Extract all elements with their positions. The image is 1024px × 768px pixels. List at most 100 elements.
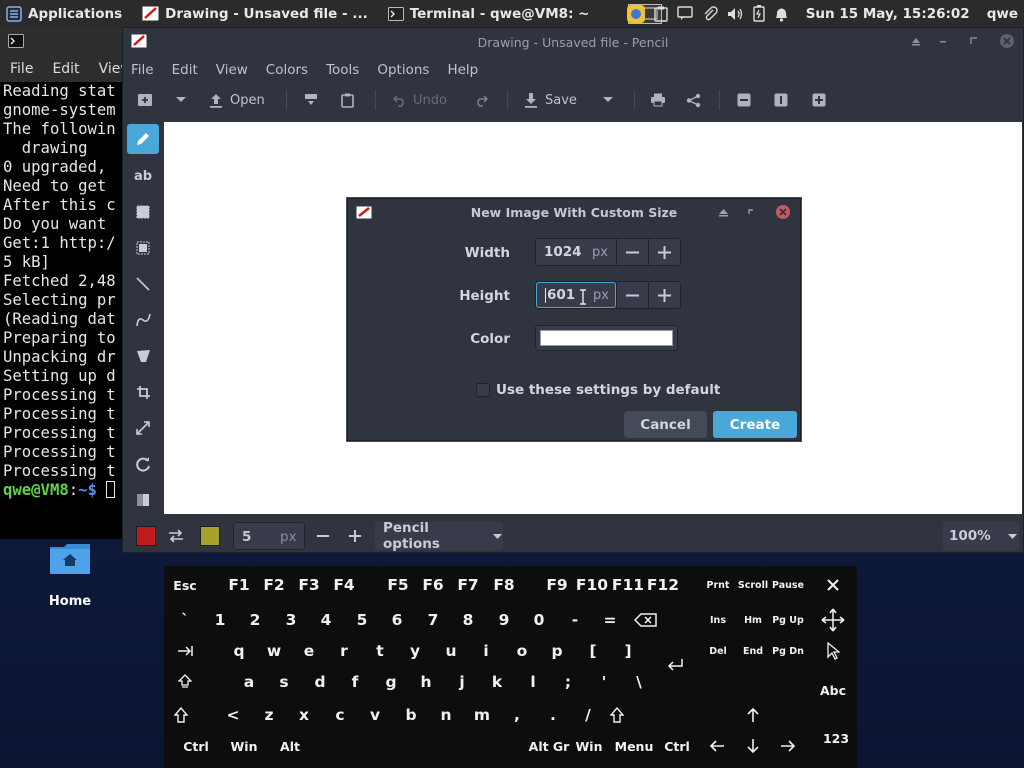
close-icon[interactable] [999,33,1015,49]
tool-pencil[interactable] [127,124,159,154]
key-e[interactable]: e [292,634,326,668]
key-f7[interactable]: F7 [451,568,485,602]
maximize-icon[interactable] [968,35,980,47]
height-spinbox[interactable]: 601 px [535,281,681,309]
key-backspace-icon[interactable] [629,603,663,637]
key-left-bracket[interactable]: [ [576,634,610,668]
default-settings-checkbox[interactable]: Use these settings by default [476,382,720,398]
primary-color-swatch[interactable] [136,526,156,546]
key-8[interactable]: 8 [451,603,485,637]
key-scroll[interactable]: Scroll [736,568,770,602]
save-dropdown[interactable] [602,83,614,117]
key-abc[interactable]: Abc [816,673,850,707]
menu-colors[interactable]: Colors [266,62,308,78]
key-menu[interactable]: Menu [612,729,656,763]
key-arrow-up-icon[interactable] [736,698,770,732]
key-3[interactable]: 3 [274,603,308,637]
key-period[interactable]: . [536,698,570,732]
clipboard-icon[interactable] [654,6,668,22]
new-image-button[interactable] [137,83,153,117]
tool-curve[interactable] [127,305,159,335]
key-backtick[interactable]: ` [168,603,202,637]
terminal-menu-view[interactable]: View [89,61,126,77]
key-backslash[interactable]: \ [622,665,656,699]
key-1[interactable]: 1 [203,603,237,637]
key-f1[interactable]: F1 [222,568,256,602]
key-f3[interactable]: F3 [292,568,326,602]
height-input[interactable]: 601 px [536,282,616,308]
key-arrow-down-icon[interactable] [736,729,770,763]
shade-icon[interactable] [718,207,729,218]
key-pg-up[interactable]: Pg Up [771,603,805,637]
key-t[interactable]: t [363,634,397,668]
key-ins[interactable]: Ins [701,603,735,637]
key-end[interactable]: End [736,634,770,668]
key-x[interactable]: x [287,698,321,732]
menu-help[interactable]: Help [447,62,478,78]
terminal-window[interactable]: File Edit View Reading stat gnome-system… [0,27,126,539]
terminal-menu-file[interactable]: File [0,61,42,77]
key-j[interactable]: j [445,665,479,699]
terminal-menu-edit[interactable]: Edit [42,61,88,77]
tool-shape[interactable] [127,341,159,371]
key-del[interactable]: Del [701,634,735,668]
key-pg-dn[interactable]: Pg Dn [771,634,805,668]
tool-size-increase[interactable] [339,522,371,550]
key-u[interactable]: u [434,634,468,668]
key-i[interactable]: i [469,634,503,668]
key-v[interactable]: v [358,698,392,732]
share-button[interactable] [686,83,701,117]
key-2[interactable]: 2 [238,603,272,637]
checkbox-box[interactable] [476,383,490,397]
key-win[interactable]: Win [224,729,264,763]
width-decrease-button[interactable] [616,239,648,265]
key-arrow-right-icon[interactable] [771,729,805,763]
key-s[interactable]: s [267,665,301,699]
swap-colors-button[interactable] [167,528,185,544]
key-tab-icon[interactable] [168,634,202,668]
secondary-color-swatch[interactable] [200,526,220,546]
key-alt-gr[interactable]: Alt Gr [527,729,571,763]
key-close-keyboard-icon[interactable] [816,568,850,602]
key-d[interactable]: d [303,665,337,699]
save-button[interactable]: Save [524,83,577,117]
key-f12[interactable]: F12 [646,568,680,602]
notification-bell-icon[interactable] [774,6,789,22]
key-c[interactable]: c [323,698,357,732]
key-r[interactable]: r [327,634,361,668]
create-button[interactable]: Create [713,411,797,438]
zoom-in-button[interactable] [812,83,826,117]
key-pointer-icon[interactable] [816,634,850,668]
key-win[interactable]: Win [569,729,609,763]
menu-tools[interactable]: Tools [326,62,359,78]
attachment-icon[interactable] [702,5,718,22]
key-p[interactable]: p [540,634,574,668]
key-g[interactable]: g [374,665,408,699]
key-y[interactable]: y [398,634,432,668]
key-f9[interactable]: F9 [540,568,574,602]
key-m[interactable]: m [465,698,499,732]
key-l[interactable]: l [516,665,550,699]
key-a[interactable]: a [232,665,266,699]
key-comma[interactable]: , [500,698,534,732]
tool-scale[interactable] [127,413,159,443]
width-spinbox[interactable]: 1024 px [535,238,681,266]
key-f6[interactable]: F6 [416,568,450,602]
menu-file[interactable]: File [131,62,154,78]
key-n[interactable]: n [429,698,463,732]
zoom-original-button[interactable] [774,83,788,117]
key-move-keyboard-icon[interactable] [816,603,850,637]
key-less-than[interactable]: < [216,698,250,732]
desktop-home-icon[interactable]: Home [40,540,100,609]
tool-crop[interactable] [127,377,159,407]
height-decrease-button[interactable] [616,282,648,308]
tool-size-field[interactable]: 5 px [233,522,305,550]
height-increase-button[interactable] [648,282,680,308]
tool-size-decrease[interactable] [307,522,339,550]
key-h[interactable]: h [409,665,443,699]
key-f8[interactable]: F8 [487,568,521,602]
key-capslock-icon[interactable] [168,665,202,699]
clock[interactable]: Sun 15 May, 15:26:02 [806,6,970,22]
redo-button[interactable] [475,83,488,117]
color-button[interactable] [535,325,678,351]
